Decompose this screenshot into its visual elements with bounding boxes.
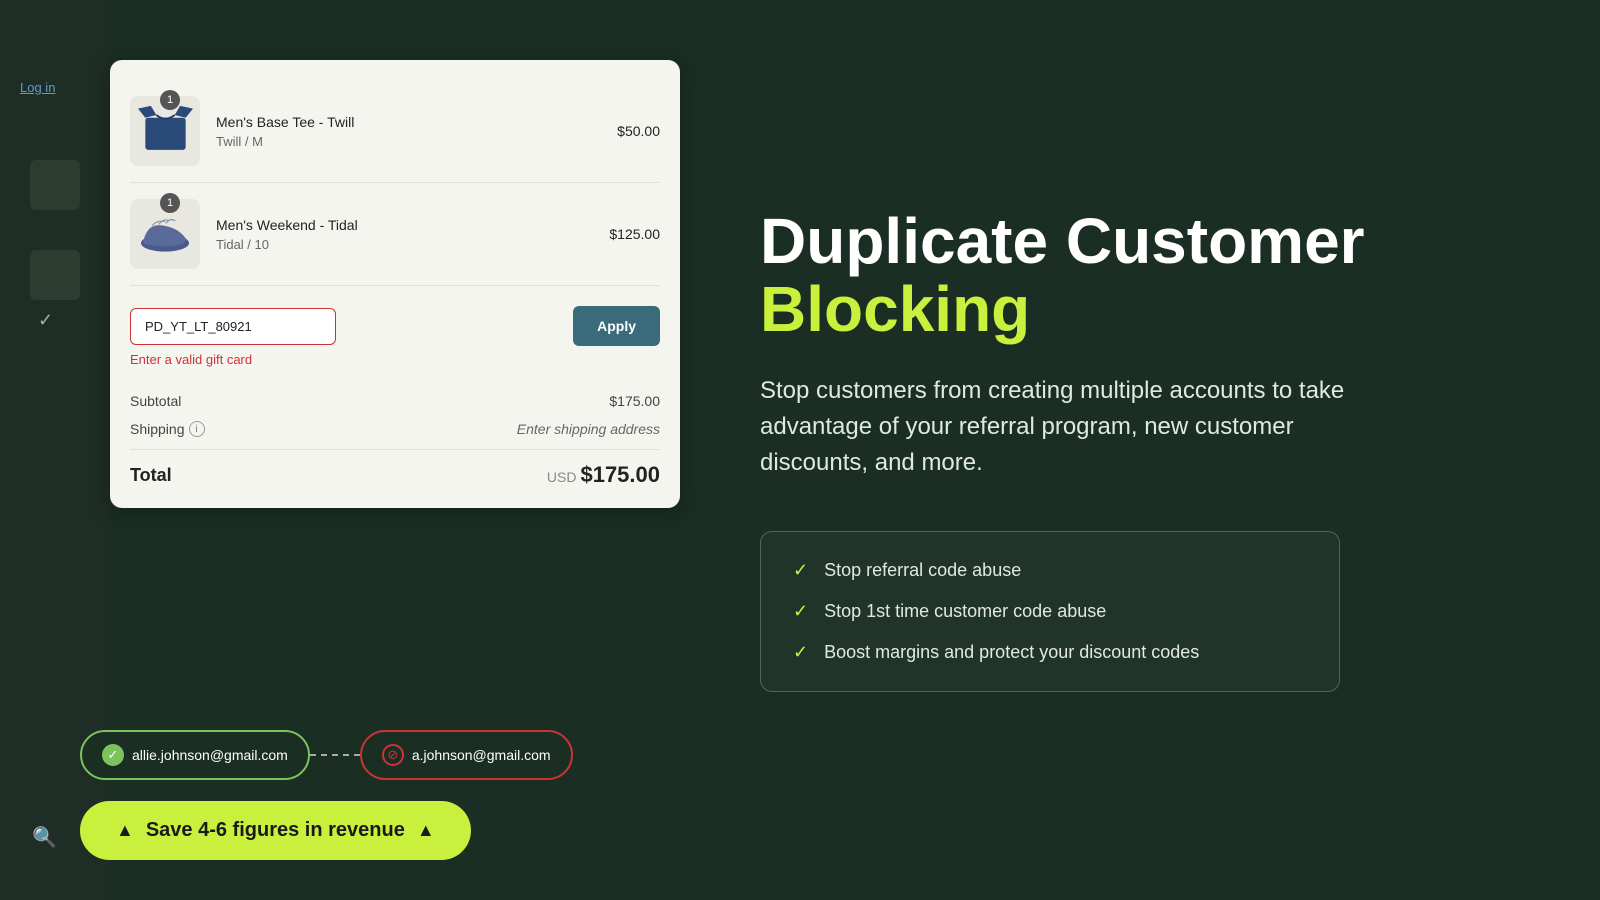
valid-check-icon: ✓ [102,744,124,766]
total-currency: USD [547,469,577,485]
left-panel: Log in ✓ 🔍 1 Men's Base Tee - Twill [0,0,700,900]
shoe-icon [135,212,195,257]
feature-text-2: Stop 1st time customer code abuse [824,601,1106,622]
cart-item-2-badge: 1 [160,193,180,213]
cta-button[interactable]: ▲ Save 4-6 figures in revenue ▲ [80,801,471,860]
feature-check-2: ✓ [793,601,808,622]
cta-arrow-left: ▲ [116,820,134,841]
feature-item-3: ✓ Boost margins and protect your discoun… [793,642,1307,663]
feature-item-1: ✓ Stop referral code abuse [793,560,1307,581]
sidebar-check-icon: ✓ [38,310,53,331]
sidebar-icon-1 [30,160,80,210]
shipping-info-icon[interactable]: i [189,421,205,437]
feature-text-1: Stop referral code abuse [824,560,1021,581]
feature-check-1: ✓ [793,560,808,581]
hero-description: Stop customers from creating multiple ac… [760,373,1360,481]
hero-headline: Duplicate Customer Blocking [760,208,1540,342]
invalid-email-text: a.johnson@gmail.com [412,747,551,763]
discount-row: Apply [130,306,660,346]
cart-item-2: 1 Men's Weekend - Tidal Tidal / 10 $125.… [130,183,660,286]
discount-error: Enter a valid gift card [130,352,660,367]
cart-item-2-info: Men's Weekend - Tidal Tidal / 10 [216,217,609,252]
features-box: ✓ Stop referral code abuse ✓ Stop 1st ti… [760,531,1340,692]
headline-line1: Duplicate Customer [760,205,1365,277]
tshirt-icon [138,104,193,159]
valid-email-pill: ✓ allie.johnson@gmail.com [80,730,310,780]
invalid-email-pill: ⊘ a.johnson@gmail.com [360,730,573,780]
discount-area: Apply Enter a valid gift card [130,286,660,377]
shipping-value: Enter shipping address [517,421,660,437]
discount-input-wrapper [130,308,563,345]
subtotal-label: Subtotal [130,393,181,409]
apply-button[interactable]: Apply [573,306,660,346]
cart-item-2-name: Men's Weekend - Tidal [216,217,609,233]
sidebar-icon-2 [30,250,80,300]
cta-label: Save 4-6 figures in revenue [146,819,405,842]
cta-arrow-right: ▲ [417,820,435,841]
feature-text-3: Boost margins and protect your discount … [824,642,1199,663]
total-label: Total [130,465,172,486]
cart-item-1: 1 Men's Base Tee - Twill Twill / M $50.0… [130,80,660,183]
right-panel: Duplicate Customer Blocking Stop custome… [700,0,1600,900]
cart-item-1-info: Men's Base Tee - Twill Twill / M [216,114,617,149]
total-row: Total USD$175.00 [130,449,660,488]
sidebar-icons [30,160,80,300]
cart-item-1-badge: 1 [160,90,180,110]
discount-input[interactable] [130,308,336,345]
login-link[interactable]: Log in [20,80,55,95]
cart-item-1-variant: Twill / M [216,134,617,149]
block-icon: ⊘ [382,744,404,766]
cart-item-2-variant: Tidal / 10 [216,237,609,252]
shipping-label: Shipping i [130,421,205,437]
total-value: USD$175.00 [547,462,660,488]
email-connector [310,754,360,756]
order-summary: Subtotal $175.00 Shipping i Enter shippi… [130,377,660,488]
shipping-row: Shipping i Enter shipping address [130,421,660,437]
feature-check-3: ✓ [793,642,808,663]
cart-item-1-name: Men's Base Tee - Twill [216,114,617,130]
headline-line2: Blocking [760,276,1540,343]
cart-panel: 1 Men's Base Tee - Twill Twill / M $50.0… [110,60,680,508]
feature-item-2: ✓ Stop 1st time customer code abuse [793,601,1307,622]
subtotal-value: $175.00 [609,393,660,409]
subtotal-row: Subtotal $175.00 [130,393,660,409]
valid-email-text: allie.johnson@gmail.com [132,747,288,763]
sidebar-search-icon: 🔍 [32,825,57,850]
cart-item-1-price: $50.00 [617,123,660,139]
cart-item-2-price: $125.00 [609,226,660,242]
email-section: ✓ allie.johnson@gmail.com ⊘ a.johnson@gm… [80,730,573,780]
